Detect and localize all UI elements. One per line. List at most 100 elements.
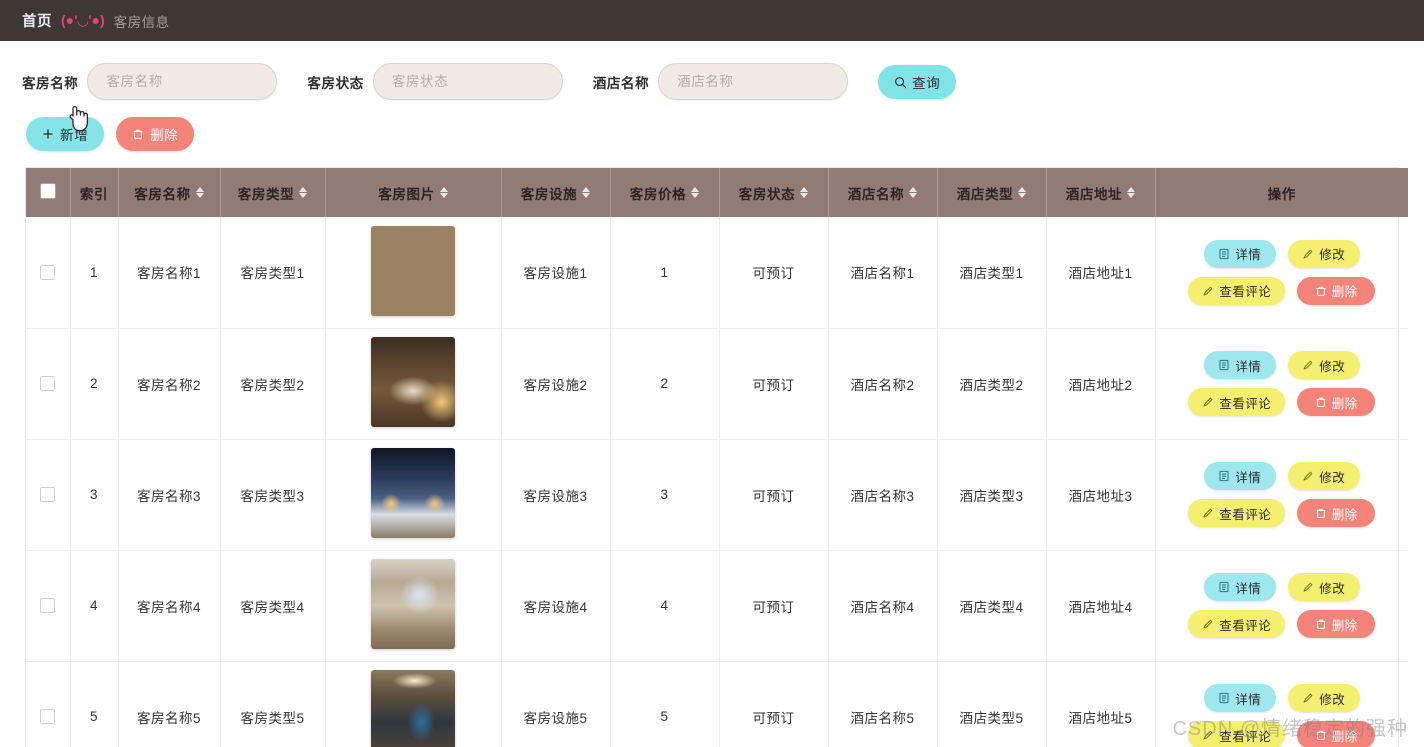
label-hotel-name: 酒店名称 [592, 75, 650, 91]
row-actions: 详情 修改查看评论 删除 [1158, 238, 1407, 307]
room-thumbnail[interactable] [371, 448, 455, 538]
th-room-price[interactable]: 客房价格 [610, 168, 720, 217]
cell-hotel-name-text: 酒店名称2 [850, 377, 915, 393]
row-action-label: 修改 [1319, 581, 1346, 596]
search-button-label: 查询 [912, 75, 941, 91]
trash-icon [1315, 285, 1327, 297]
cell-room-name: 客房名称2 [118, 328, 221, 440]
row-action-detail-button[interactable]: 详情 [1203, 573, 1276, 601]
th-hotel-name[interactable]: 酒店名称 [828, 168, 938, 217]
breadcrumb-home-link[interactable]: 首页 [22, 10, 52, 31]
cell-room-status-text: 可预订 [752, 599, 795, 615]
th-hotel-address[interactable]: 酒店地址 [1046, 168, 1156, 217]
row-checkbox[interactable] [40, 598, 56, 614]
row-action-edit-button[interactable]: 修改 [1287, 462, 1360, 490]
row-action-detail-button[interactable]: 详情 [1203, 351, 1276, 379]
row-action-trash-button[interactable]: 删除 [1297, 610, 1376, 638]
row-checkbox[interactable] [40, 265, 56, 281]
cell-room-price-text: 3 [660, 487, 669, 502]
row-action-trash-button[interactable]: 删除 [1297, 388, 1376, 416]
th-hotel-type[interactable]: 酒店类型 [937, 168, 1047, 217]
bulk-delete-button[interactable]: 删除 [116, 117, 195, 151]
row-action-detail-button[interactable]: 详情 [1203, 462, 1276, 490]
row-action-edit-button[interactable]: 修改 [1287, 351, 1360, 379]
label-room-name: 客房名称 [22, 75, 79, 91]
row-action-trash-button[interactable]: 删除 [1297, 276, 1376, 305]
row-action-detail-button[interactable]: 详情 [1203, 684, 1276, 712]
row-action-comment-button[interactable]: 查看评论 [1188, 499, 1286, 527]
sort-icon[interactable] [582, 187, 591, 198]
room-thumbnail[interactable] [371, 225, 455, 316]
th-room-type[interactable]: 客房类型 [220, 168, 326, 217]
row-action-comment-button[interactable]: 查看评论 [1188, 610, 1286, 638]
cell-room-name: 客房名称3 [118, 439, 221, 551]
cell-room-image [325, 328, 502, 440]
cell-room-facility-text: 客房设施4 [523, 599, 588, 615]
th-room-status[interactable]: 客房状态 [719, 168, 829, 217]
comment-icon [1202, 618, 1214, 630]
row-action-comment-button[interactable]: 查看评论 [1188, 721, 1286, 747]
row-action-trash-button[interactable]: 删除 [1297, 499, 1376, 527]
edit-icon [1302, 692, 1314, 704]
sort-icon[interactable] [691, 187, 700, 198]
cell-hotel-name: 酒店名称3 [828, 439, 938, 551]
cell-room-name-text: 客房名称5 [136, 710, 201, 726]
sort-icon[interactable] [1018, 187, 1027, 198]
sort-icon[interactable] [909, 187, 918, 198]
sort-icon[interactable] [195, 187, 204, 198]
search-input-room-name[interactable] [87, 63, 278, 100]
cell-hotel-type: 酒店类型1 [937, 217, 1047, 329]
room-thumbnail[interactable] [371, 337, 455, 427]
room-thumbnail[interactable] [371, 670, 455, 747]
row-action-label: 修改 [1319, 248, 1346, 263]
search-input-room-status[interactable] [372, 63, 563, 100]
cell-hotel-type-text: 酒店类型1 [959, 266, 1024, 282]
sort-icon[interactable] [299, 187, 308, 198]
row-select-cell [26, 661, 71, 747]
cell-room-image [325, 550, 502, 662]
row-action-label: 查看评论 [1219, 396, 1272, 411]
row-action-edit-button[interactable]: 修改 [1287, 239, 1360, 268]
bulk-delete-button-label: 删除 [150, 128, 179, 143]
row-checkbox[interactable] [40, 376, 56, 392]
row-action-edit-button[interactable]: 修改 [1287, 573, 1360, 601]
row-checkbox[interactable] [40, 487, 56, 503]
row-action-detail-button[interactable]: 详情 [1203, 239, 1276, 268]
cell-hotel-type: 酒店类型2 [937, 328, 1047, 440]
cell-room-facility: 客房设施5 [501, 661, 611, 747]
row-action-trash-button[interactable]: 删除 [1297, 721, 1376, 747]
sort-icon[interactable] [1127, 187, 1136, 198]
row-action-label: 删除 [1331, 507, 1358, 522]
cell-index: 4 [70, 550, 119, 662]
row-action-label: 详情 [1235, 248, 1262, 263]
cell-room-name-text: 客房名称1 [136, 266, 201, 282]
cell-room-facility: 客房设施1 [501, 217, 611, 329]
row-action-edit-button[interactable]: 修改 [1287, 684, 1360, 712]
search-input-hotel-name[interactable] [658, 63, 849, 100]
row-checkbox[interactable] [40, 709, 56, 725]
detail-icon [1218, 248, 1230, 260]
select-all-checkbox[interactable] [39, 183, 56, 199]
cell-room-facility-text: 客房设施5 [523, 710, 588, 726]
cell-hotel-type-text: 酒店类型5 [959, 710, 1024, 726]
room-thumbnail[interactable] [371, 559, 455, 649]
row-action-comment-button[interactable]: 查看评论 [1188, 276, 1286, 305]
row-select-cell [26, 328, 71, 440]
search-button[interactable]: 查询 [878, 64, 957, 99]
th-room-image[interactable]: 客房图片 [325, 168, 502, 217]
row-action-comment-button[interactable]: 查看评论 [1188, 388, 1286, 416]
cell-room-status-text: 可预订 [752, 488, 795, 504]
row-actions: 详情 修改 查看评论 删除 [1158, 682, 1407, 747]
trash-icon [1315, 618, 1327, 630]
th-room-name[interactable]: 客房名称 [118, 168, 221, 217]
row-action-label: 删除 [1331, 729, 1358, 744]
cell-room-facility-text: 客房设施2 [523, 377, 588, 393]
sort-icon[interactable] [439, 187, 448, 198]
sort-icon[interactable] [800, 187, 809, 198]
th-room-facility[interactable]: 客房设施 [501, 168, 611, 217]
add-button[interactable]: 新增 [26, 117, 105, 151]
cell-hotel-type: 酒店类型5 [937, 661, 1047, 747]
cell-room-type: 客房类型5 [220, 661, 326, 747]
trash-icon [1315, 729, 1327, 741]
row-action-label: 查看评论 [1219, 618, 1272, 633]
